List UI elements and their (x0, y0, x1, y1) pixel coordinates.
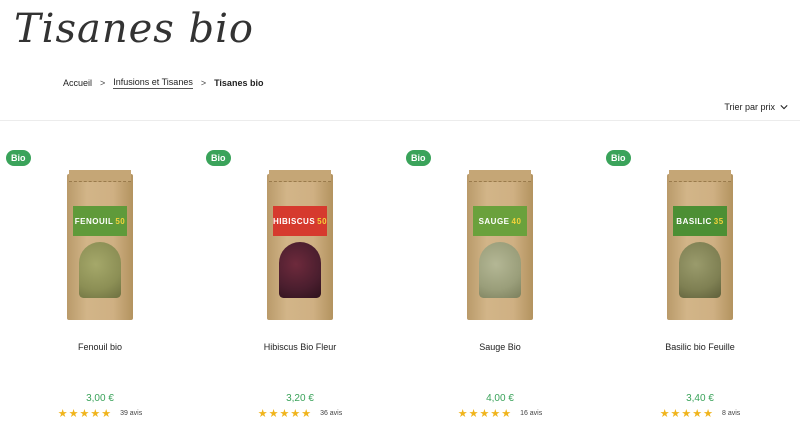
product-name[interactable]: Fenouil bio (0, 342, 200, 352)
tea-bag-image: BASILIC 35 (667, 170, 733, 320)
breadcrumb-separator: > (200, 78, 207, 88)
pack-label: SAUGE 40 (473, 206, 527, 236)
product-price: 3,00 € (86, 393, 114, 404)
product-image[interactable]: FENOUIL 50 (25, 160, 175, 320)
product-name[interactable]: Sauge Bio (400, 342, 600, 352)
product-image[interactable]: SAUGE 40 (425, 160, 575, 320)
star-rating-icon: ★★★★★ (457, 408, 513, 420)
review-count[interactable]: 36 avis (320, 410, 342, 417)
product-card[interactable]: Bio BASILIC 35 Basilic bio Feuille 3,40 €… (600, 140, 800, 424)
product-price: 3,20 € (286, 393, 314, 404)
review-count[interactable]: 8 avis (722, 410, 740, 417)
product-price: 3,40 € (686, 393, 714, 404)
breadcrumb-parent[interactable]: Infusions et Tisanes (113, 77, 193, 89)
pack-label: HIBISCUS 50 (273, 206, 327, 236)
product-card[interactable]: Bio HIBISCUS 50 Hibiscus Bio Fleur 3,20 €… (200, 140, 400, 424)
product-rating: ★★★★★ 8 avis (600, 407, 800, 420)
product-card[interactable]: Bio SAUGE 40 Sauge Bio 4,00 € ★★★★★ 16 av… (400, 140, 600, 424)
star-rating-icon: ★★★★★ (257, 408, 313, 420)
review-count[interactable]: 39 avis (120, 410, 142, 417)
divider (0, 120, 800, 121)
review-count[interactable]: 16 avis (520, 410, 542, 417)
product-card[interactable]: Bio FENOUIL 50 Fenouil bio 3,00 € ★★★★★ 3… (0, 140, 200, 424)
product-price: 4,00 € (486, 393, 514, 404)
product-name[interactable]: Hibiscus Bio Fleur (200, 342, 400, 352)
page-title: Tisanes bio (14, 6, 255, 52)
breadcrumb-current: Tisanes bio (214, 78, 264, 88)
star-rating-icon: ★★★★★ (659, 408, 714, 420)
product-name[interactable]: Basilic bio Feuille (600, 342, 800, 352)
product-rating: ★★★★★ 16 avis (400, 407, 600, 420)
product-image[interactable]: HIBISCUS 50 (225, 160, 375, 320)
product-image[interactable]: BASILIC 35 (625, 160, 775, 320)
star-rating-icon: ★★★★★ (57, 408, 113, 420)
chevron-down-icon (780, 105, 788, 110)
tea-bag-image: SAUGE 40 (467, 170, 533, 320)
tea-bag-image: HIBISCUS 50 (267, 170, 333, 320)
product-grid: Bio FENOUIL 50 Fenouil bio 3,00 € ★★★★★ 3… (0, 140, 800, 424)
product-rating: ★★★★★ 36 avis (200, 407, 400, 420)
breadcrumb: Accueil > Infusions et Tisanes > Tisanes… (63, 77, 263, 89)
sort-label: Trier par prix (724, 102, 775, 112)
sort-dropdown[interactable]: Trier par prix (724, 102, 788, 112)
tea-bag-image: FENOUIL 50 (67, 170, 133, 320)
breadcrumb-separator: > (100, 78, 106, 88)
pack-label: FENOUIL 50 (73, 206, 127, 236)
pack-label: BASILIC 35 (673, 206, 727, 236)
product-rating: ★★★★★ 39 avis (0, 407, 200, 420)
breadcrumb-home[interactable]: Accueil (63, 78, 92, 88)
